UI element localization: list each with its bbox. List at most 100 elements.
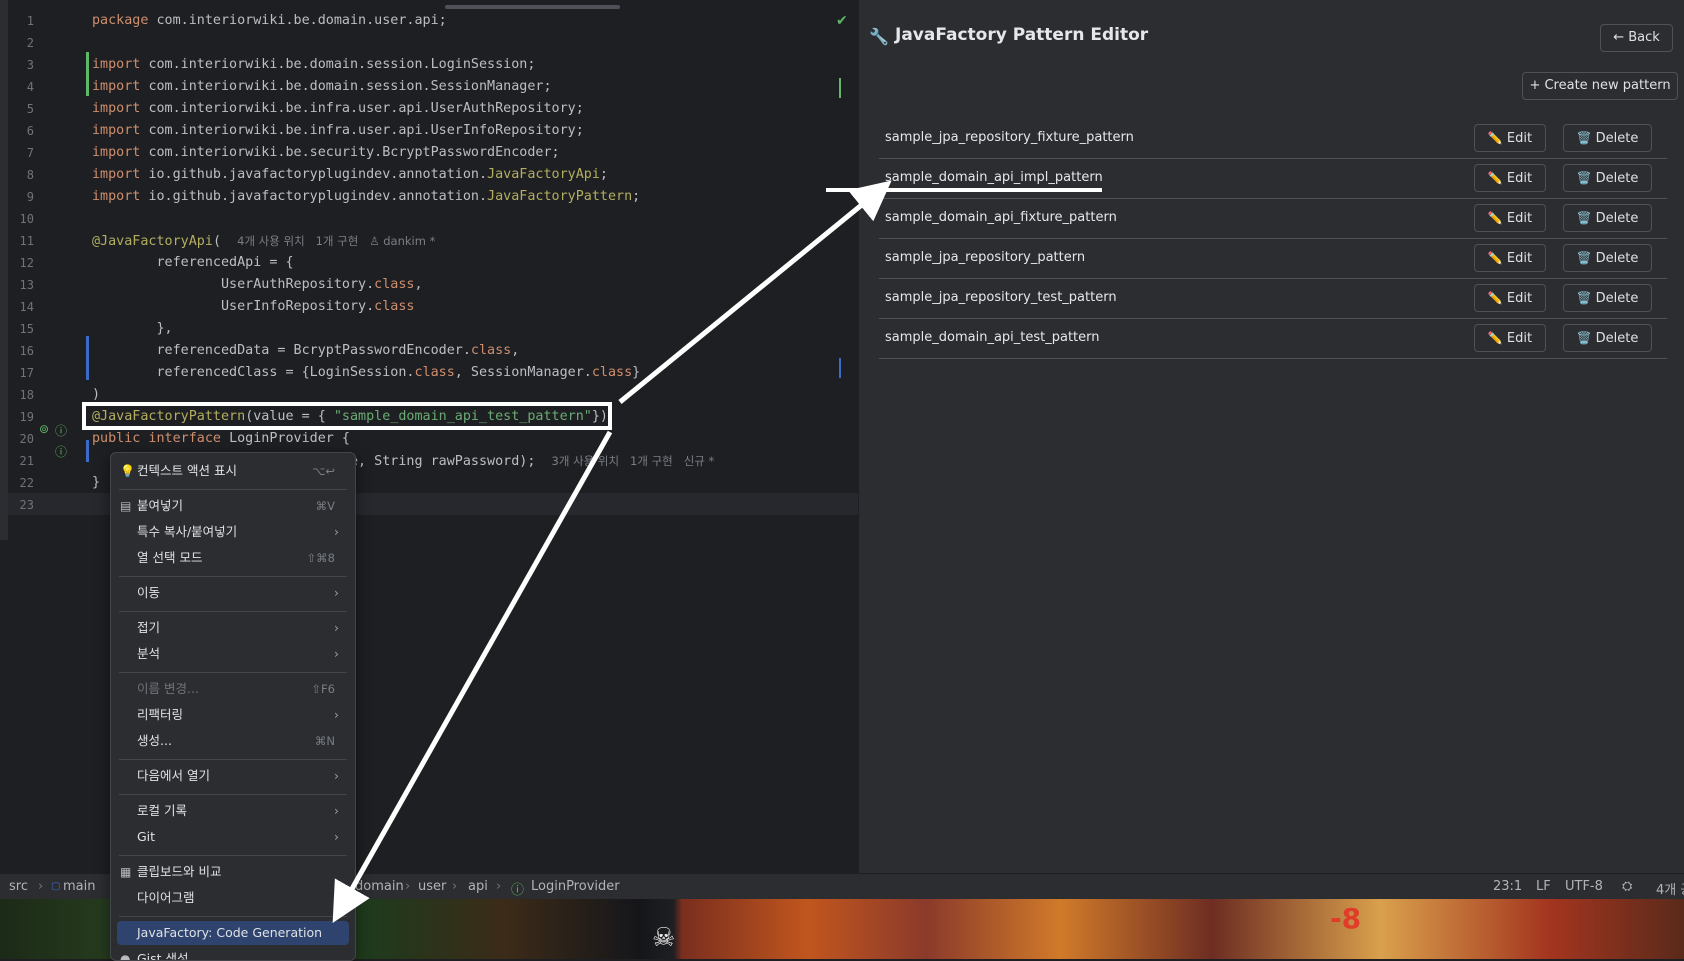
line-number[interactable]: 19 xyxy=(10,406,34,428)
edit-pattern-button[interactable]: ✏️ Edit xyxy=(1474,244,1546,272)
implementation-gutter-icon[interactable]: ⓘ xyxy=(55,443,67,460)
code-line[interactable]: 3 import com.interiorwiki.be.domain.sessi… xyxy=(0,54,858,76)
line-number[interactable]: 11 xyxy=(10,230,34,252)
delete-pattern-button[interactable]: 🗑️ Delete xyxy=(1563,204,1652,232)
code-line[interactable]: 6 import com.interiorwiki.be.infra.user.a… xyxy=(0,120,858,142)
line-number[interactable]: 14 xyxy=(10,296,34,318)
code-line[interactable]: 2 xyxy=(0,32,858,54)
code-line[interactable]: 20 public interface LoginProvider { xyxy=(0,428,858,450)
chevron-right-icon: › xyxy=(334,829,339,844)
code-line[interactable]: 15 }, xyxy=(0,318,858,340)
menu-item[interactable]: ▦ 클립보드와 비교 xyxy=(117,860,349,884)
line-number[interactable]: 1 xyxy=(10,10,34,32)
code-line[interactable]: 13 UserAuthRepository.class, xyxy=(0,274,858,296)
menu-item[interactable]: 분석 › xyxy=(117,642,349,666)
code-line[interactable]: 8 import io.github.javafactoryplugindev.a… xyxy=(0,164,858,186)
code-line[interactable]: 14 UserInfoRepository.class xyxy=(0,296,858,318)
line-number[interactable]: 21 xyxy=(10,450,34,472)
menu-item[interactable]: 접기 › xyxy=(117,616,349,640)
line-number[interactable]: 9 xyxy=(10,186,34,208)
delete-pattern-button[interactable]: 🗑️ Delete xyxy=(1563,164,1652,192)
breadcrumb-src[interactable]: src xyxy=(9,879,28,894)
code-line[interactable]: 1 package com.interiorwiki.be.domain.user… xyxy=(0,10,858,32)
code-line[interactable]: 17 referencedClass = {LoginSession.class… xyxy=(0,362,858,384)
line-number[interactable]: 7 xyxy=(10,142,34,164)
line-number[interactable]: 3 xyxy=(10,54,34,76)
delete-pattern-button[interactable]: 🗑️ Delete xyxy=(1563,284,1652,312)
code-line[interactable]: 11 @JavaFactoryApi( 4개 사용 위치 1개 구현 ♙ dank… xyxy=(0,230,858,252)
code-line[interactable]: 10 xyxy=(0,208,858,230)
menu-item[interactable]: Git › xyxy=(117,825,349,849)
delete-pattern-button[interactable]: 🗑️ Delete xyxy=(1563,244,1652,272)
implementation-gutter-icon[interactable]: ⊚ xyxy=(39,422,49,436)
code-line[interactable]: 5 import com.interiorwiki.be.infra.user.a… xyxy=(0,98,858,120)
breadcrumb-class[interactable]: LoginProvider xyxy=(531,879,620,894)
line-number[interactable]: 22 xyxy=(10,472,34,494)
edit-pattern-button[interactable]: ✏️ Edit xyxy=(1474,284,1546,312)
line-number[interactable]: 2 xyxy=(10,32,34,54)
code-token: import xyxy=(92,79,149,94)
menu-item[interactable]: 이동 › xyxy=(117,581,349,605)
menu-item[interactable]: 💡 컨텍스트 액션 표시 ⌥↩ xyxy=(117,459,349,483)
line-number[interactable]: 15 xyxy=(10,318,34,340)
edit-pattern-button[interactable]: ✏️ Edit xyxy=(1474,324,1546,352)
breadcrumb-api[interactable]: api xyxy=(468,879,488,894)
readonly-lock-icon[interactable]: ⛭ xyxy=(1622,879,1632,894)
breadcrumb-domain[interactable]: domain xyxy=(355,879,404,894)
inlay-hint[interactable]: 3개 사용 위치 1개 구현 신규 * xyxy=(552,454,715,468)
code-line[interactable]: 7 import com.interiorwiki.be.security.Bcr… xyxy=(0,142,858,164)
line-number[interactable]: 12 xyxy=(10,252,34,274)
back-button[interactable]: ← Back xyxy=(1600,24,1673,52)
delete-pattern-button[interactable]: 🗑️ Delete xyxy=(1563,324,1652,352)
line-number[interactable]: 20 xyxy=(10,428,34,450)
menu-item[interactable]: 다음에서 열기 › xyxy=(117,764,349,788)
code-line[interactable]: 9 import io.github.javafactoryplugindev.a… xyxy=(0,186,858,208)
code-token: com.interiorwiki.be.security.BcryptPassw… xyxy=(148,145,560,160)
menu-item[interactable]: 로컬 기록 › xyxy=(117,799,349,823)
menu-item[interactable]: ▤ 붙여넣기 ⌘V xyxy=(117,494,349,518)
code-text: import com.interiorwiki.be.domain.sessio… xyxy=(92,76,552,98)
breadcrumb-user[interactable]: user xyxy=(418,879,446,894)
file-encoding[interactable]: UTF-8 xyxy=(1565,879,1603,894)
line-number[interactable]: 17 xyxy=(10,362,34,384)
indent-setting[interactable]: 4개 공 xyxy=(1656,879,1684,898)
scroll-marker xyxy=(839,78,841,98)
code-token: JavaFactoryPattern xyxy=(487,189,633,204)
interface-icon: ⓘ xyxy=(511,883,525,898)
edit-pattern-button[interactable]: ✏️ Edit xyxy=(1474,164,1546,192)
menu-separator xyxy=(119,916,347,917)
delete-pattern-button[interactable]: 🗑️ Delete xyxy=(1563,124,1652,152)
line-number[interactable]: 8 xyxy=(10,164,34,186)
implementation-gutter-icon[interactable]: ⓘ xyxy=(55,422,67,439)
menu-item[interactable]: 다이어그램 › xyxy=(117,886,349,910)
menu-item[interactable]: 특수 복사/붙여넣기 › xyxy=(117,520,349,544)
menu-item-label: 붙여넣기 xyxy=(137,498,184,513)
caret-position[interactable]: 23:1 xyxy=(1493,879,1522,894)
create-pattern-button[interactable]: + Create new pattern xyxy=(1522,72,1678,100)
line-number[interactable]: 4 xyxy=(10,76,34,98)
menu-item[interactable]: 리팩터링 › xyxy=(117,703,349,727)
code-line[interactable]: 12 referencedApi = { xyxy=(0,252,858,274)
delete-label: Delete xyxy=(1595,291,1639,306)
menu-item-label: Git xyxy=(137,829,156,844)
line-number[interactable]: 10 xyxy=(10,208,34,230)
line-number[interactable]: 5 xyxy=(10,98,34,120)
edit-pattern-button[interactable]: ✏️ Edit xyxy=(1474,124,1546,152)
menu-item[interactable]: 생성... ⌘N xyxy=(117,729,349,753)
line-number[interactable]: 18 xyxy=(10,384,34,406)
line-number[interactable]: 6 xyxy=(10,120,34,142)
line-ending[interactable]: LF xyxy=(1536,879,1551,894)
code-token: class xyxy=(591,365,633,380)
code-line[interactable]: 16 referencedData = BcryptPasswordEncode… xyxy=(0,340,858,362)
code-line[interactable]: 4 import com.interiorwiki.be.domain.sessi… xyxy=(0,76,858,98)
editor-horizontal-scrollbar[interactable] xyxy=(445,5,620,9)
line-number[interactable]: 16 xyxy=(10,340,34,362)
inlay-hint[interactable]: 4개 사용 위치 1개 구현 ♙ dankim * xyxy=(237,234,435,248)
edit-pattern-button[interactable]: ✏️ Edit xyxy=(1474,204,1546,232)
breadcrumb-main[interactable]: main xyxy=(63,879,95,894)
chevron-right-icon: › xyxy=(334,803,339,818)
line-number[interactable]: 13 xyxy=(10,274,34,296)
line-number[interactable]: 23 xyxy=(10,494,34,516)
menu-item[interactable]: JavaFactory: Code Generation xyxy=(117,921,349,945)
menu-item[interactable]: 열 선택 모드 ⇧⌘8 xyxy=(117,546,349,570)
